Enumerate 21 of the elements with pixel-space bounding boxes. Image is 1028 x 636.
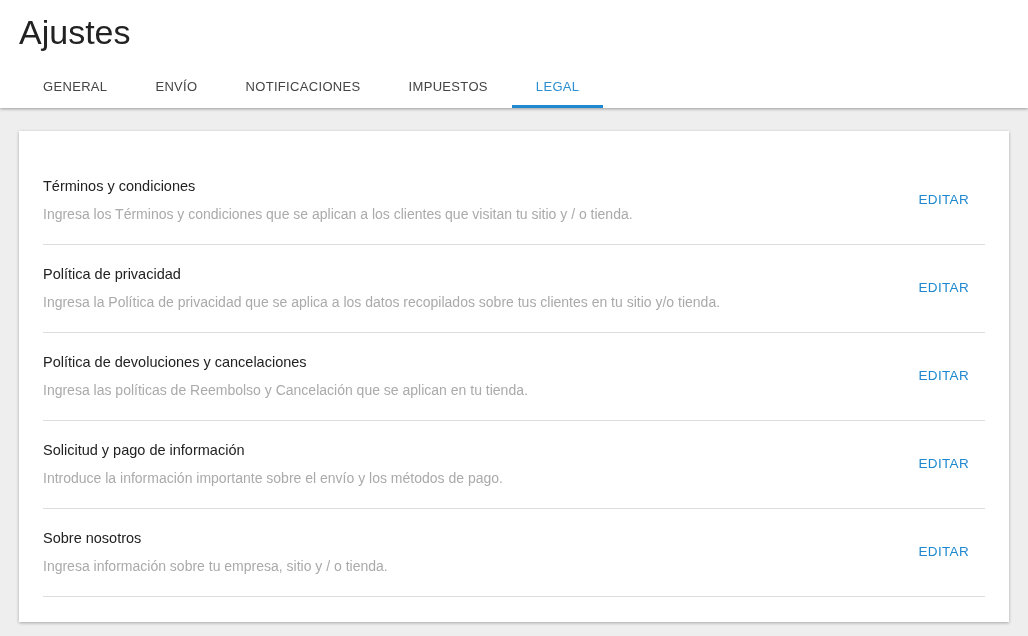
tab[interactable]: IMPUESTOS: [384, 68, 512, 108]
tab[interactable]: LEGAL: [511, 68, 604, 108]
section-description: Introduce la información importante sobre el envío y los métodos de pago.: [43, 468, 504, 488]
section-description: Ingresa los Términos y condiciones que se aplican a los clientes que visitan tu sitio y / o tienda.: [43, 204, 634, 224]
section-description: Ingresa la Política de privacidad que se aplica a los datos recopilados sobre tus clientes en tu sitio y/o tienda.: [43, 292, 722, 312]
section-title: Términos y condiciones: [43, 177, 197, 197]
edit-button[interactable]: EDITAR: [902, 274, 985, 303]
edit-button[interactable]: EDITAR: [902, 450, 985, 479]
section-title: Política de devoluciones y cancelaciones: [43, 353, 308, 373]
section-title: Sobre nosotros: [43, 529, 143, 549]
section-title: Solicitud y pago de información: [43, 441, 246, 461]
edit-button[interactable]: EDITAR: [902, 362, 985, 391]
tab[interactable]: ENVÍO: [131, 68, 222, 108]
page-title: Ajustes: [19, 12, 132, 53]
tab[interactable]: NOTIFICACIONES: [221, 68, 385, 108]
section-description: Ingresa las políticas de Reembolso y Cancelación que se aplican en tu tienda.: [43, 380, 529, 400]
edit-button[interactable]: EDITAR: [902, 538, 985, 567]
section-title: Política de privacidad: [43, 265, 182, 285]
tab[interactable]: GENERAL: [19, 68, 132, 108]
edit-button[interactable]: EDITAR: [902, 186, 985, 215]
section-description: Ingresa información sobre tu empresa, sitio y / o tienda.: [43, 556, 389, 576]
